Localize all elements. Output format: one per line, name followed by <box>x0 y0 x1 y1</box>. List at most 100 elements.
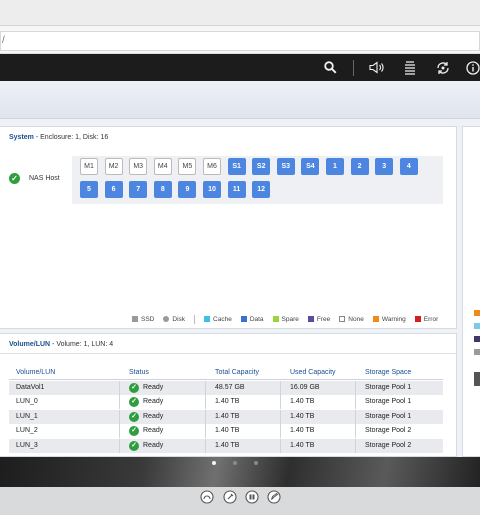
table-row[interactable]: LUN_3 ✓ Ready 1.40 TB 1.40 TB Storage Pool 2 <box>9 438 443 453</box>
cell-space: Storage Pool 1 <box>365 384 412 391</box>
table-row[interactable]: LUN_0 ✓ Ready 1.40 TB 1.40 TB Storage Pool 1 <box>9 395 443 410</box>
search-icon[interactable] <box>321 54 339 81</box>
disk-slot-12[interactable]: 12 <box>252 181 271 198</box>
legend-label: SSD <box>141 315 155 323</box>
column-divider <box>280 381 281 395</box>
disk-slot-10[interactable]: 10 <box>203 181 221 198</box>
legend-divider <box>194 314 196 324</box>
column-divider <box>355 438 356 453</box>
disk-slot-6[interactable]: 6 <box>104 181 123 198</box>
column-divider <box>355 409 356 424</box>
disk-slot-2[interactable]: 2 <box>350 158 369 175</box>
tools-icon[interactable] <box>223 490 237 504</box>
cell-used: 1.40 TB <box>290 427 315 435</box>
side-legend-swatch <box>474 310 480 316</box>
col-header-volume[interactable]: Volume/LUN <box>16 369 55 376</box>
disk-slot-3[interactable]: 3 <box>375 158 394 175</box>
cell-total: 1.40 TB <box>215 441 240 449</box>
disk-slot-7[interactable]: 7 <box>129 181 148 198</box>
cell-status: ✓ Ready <box>129 439 163 453</box>
nas-host[interactable]: ✓ NAS Host <box>9 173 60 184</box>
table-row[interactable]: DataVol1 ✓ Ready 48.57 GB 16.09 GB Storage Po… <box>9 381 443 395</box>
cell-name: DataVol1 <box>16 384 45 391</box>
side-legend-swatch <box>474 372 480 386</box>
legend-label: Warning <box>381 315 406 323</box>
disk-slot-m6[interactable]: M6 <box>203 158 221 175</box>
disk-slot-s1[interactable]: S1 <box>227 158 246 175</box>
cell-used: 1.40 TB <box>290 441 315 449</box>
system-panel-title: System - Enclosure: 1, Disk: 16 <box>9 134 109 141</box>
cell-used: 16.09 GB <box>290 384 320 391</box>
legend-label: Cache <box>213 315 232 323</box>
ok-check-icon: ✓ <box>9 173 20 184</box>
notes-icon[interactable] <box>267 490 281 504</box>
address-bar[interactable]: / <box>0 31 480 51</box>
cell-space: Storage Pool 2 <box>365 427 412 435</box>
disk-slot-m3[interactable]: M3 <box>129 158 148 175</box>
legend-label: Disk <box>172 315 186 323</box>
table-row[interactable]: LUN_1 ✓ Ready 1.40 TB 1.40 TB Storage Pool 1 <box>9 409 443 424</box>
legend-swatch <box>272 316 279 322</box>
col-header-status[interactable]: Status <box>129 369 149 376</box>
column-divider <box>280 438 281 453</box>
col-header-used[interactable]: Used Capacity <box>290 369 336 376</box>
legend-item-data: Data <box>240 316 264 323</box>
desktop-footer <box>0 457 480 515</box>
legend-swatch <box>204 316 211 322</box>
storage-side-panel <box>462 126 480 457</box>
disk-slot-s4[interactable]: S4 <box>301 158 320 175</box>
disk-slot-m1[interactable]: M1 <box>80 158 98 175</box>
ok-check-icon: ✓ <box>129 440 139 451</box>
disk-slot-5[interactable]: 5 <box>80 181 98 198</box>
page-dot[interactable] <box>212 461 216 465</box>
page-dot[interactable] <box>233 461 237 465</box>
legend-label: None <box>348 315 364 323</box>
cell-used: 1.40 TB <box>290 412 315 420</box>
cell-status: ✓ Ready <box>129 395 163 409</box>
disk-slot-1[interactable]: 1 <box>326 158 344 175</box>
disk-slot-s2[interactable]: S2 <box>252 158 271 175</box>
cell-total: 1.40 TB <box>215 412 240 420</box>
legend-label: Spare <box>281 315 299 323</box>
disk-slot-m5[interactable]: M5 <box>178 158 197 175</box>
disk-slot-m2[interactable]: M2 <box>104 158 123 175</box>
disk-slot-s3[interactable]: S3 <box>276 158 295 175</box>
speaker-icon[interactable] <box>367 54 387 81</box>
disk-slot-9[interactable]: 9 <box>178 181 197 198</box>
legend-item-cache: Cache <box>204 316 232 323</box>
disk-slot-4[interactable]: 4 <box>399 158 418 175</box>
legend-item-error: Error <box>414 316 438 323</box>
status-text: Ready <box>143 398 164 406</box>
dashboard-icon[interactable] <box>200 490 214 504</box>
col-header-space[interactable]: Storage Space <box>365 369 411 376</box>
page-dot[interactable] <box>254 461 258 465</box>
side-legend-swatch <box>474 323 480 329</box>
column-divider <box>205 438 206 453</box>
ok-check-icon: ✓ <box>129 383 139 393</box>
col-header-total[interactable]: Total Capacity <box>215 369 259 376</box>
column-divider <box>119 409 120 424</box>
disk-slot-m4[interactable]: M4 <box>153 158 172 175</box>
info-icon[interactable] <box>466 54 480 81</box>
column-divider <box>355 381 356 395</box>
column-divider <box>119 438 120 453</box>
side-legend-swatch <box>474 336 480 342</box>
sync-icon[interactable] <box>433 54 453 81</box>
disk-slot-map: M1 M2 M3 M4 M5 M6 S1 S2 S3 S4 1 2 3 4 5 6 7 8 9 10 11 12 <box>72 156 443 204</box>
cell-name: LUN_1 <box>16 412 38 420</box>
apps-icon[interactable] <box>245 490 259 504</box>
legend-item-free: Free <box>307 316 330 323</box>
url-text: / <box>2 35 5 46</box>
legend-swatch <box>240 316 247 322</box>
page-dots <box>212 461 275 465</box>
system-panel: System - Enclosure: 1, Disk: 16 ✓ NAS Ho… <box>0 126 457 329</box>
table-row[interactable]: LUN_2 ✓ Ready 1.40 TB 1.40 TB Storage Pool 2 <box>9 424 443 439</box>
legend-item-warning: Warning <box>372 315 406 323</box>
browser-chrome: / <box>0 0 480 54</box>
legend-item-spare: Spare <box>272 315 299 323</box>
disk-slot-8[interactable]: 8 <box>153 181 172 198</box>
disk-slot-11[interactable]: 11 <box>227 181 246 198</box>
tasks-icon[interactable] <box>401 54 419 81</box>
legend-swatch <box>339 316 346 322</box>
status-text: Ready <box>143 441 164 449</box>
